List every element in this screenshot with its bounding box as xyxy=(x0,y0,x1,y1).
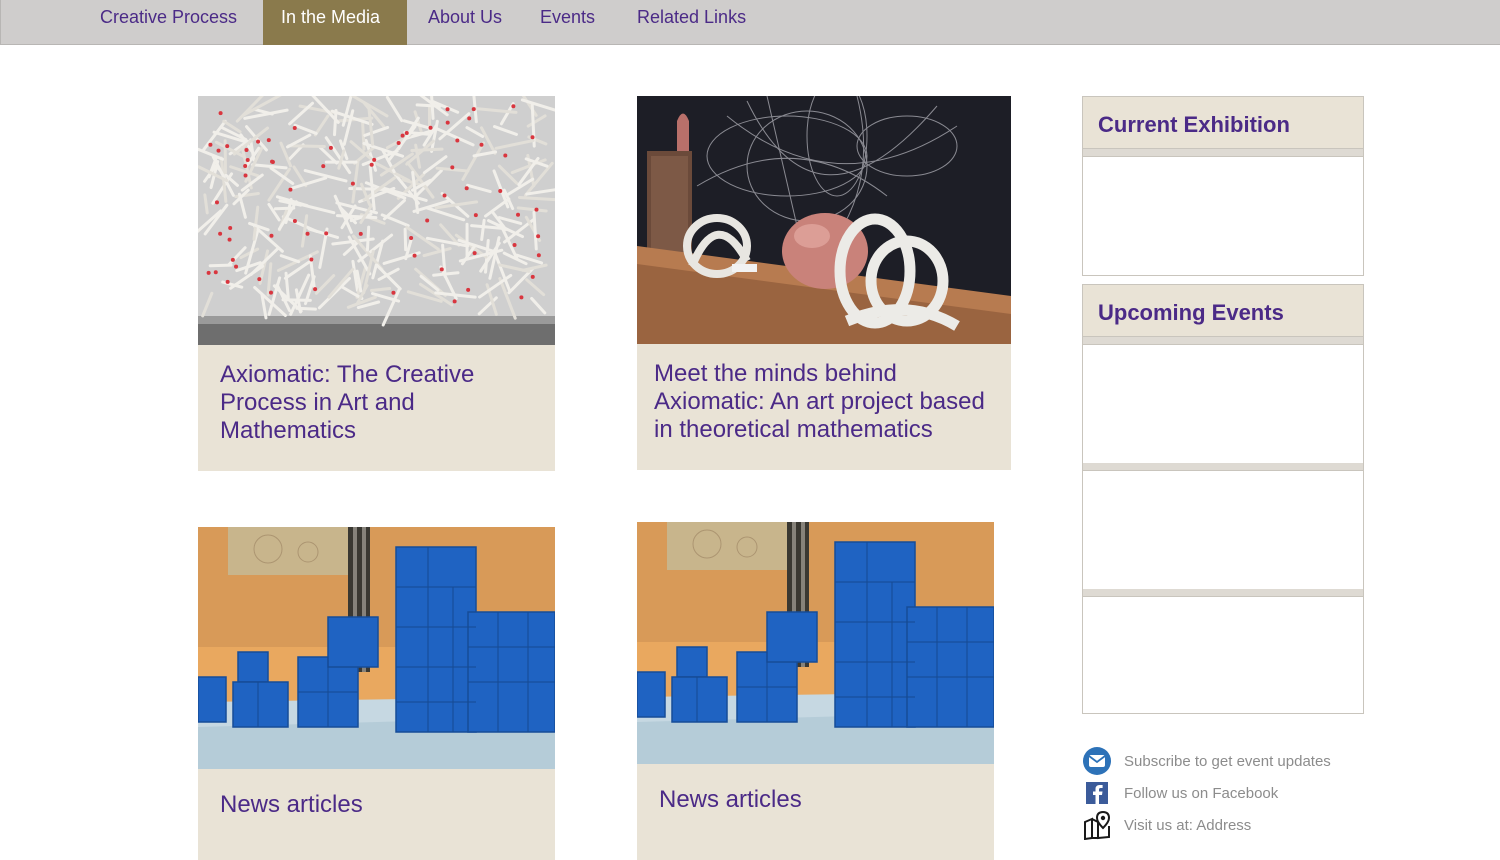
top-navigation: Creative Process In the Media About Us E… xyxy=(0,0,1500,45)
card-caption: News articles xyxy=(637,764,994,860)
event-slot[interactable] xyxy=(1083,345,1363,463)
divider xyxy=(1083,337,1363,345)
blue-blocks-photo xyxy=(198,527,555,769)
visit-address-link[interactable]: Visit us at: Address xyxy=(1082,810,1362,841)
divider xyxy=(1083,149,1363,157)
current-exhibition-content xyxy=(1083,157,1363,275)
facebook-label: Follow us on Facebook xyxy=(1124,785,1279,802)
card-caption: News articles xyxy=(198,769,555,860)
event-slot[interactable] xyxy=(1083,471,1363,589)
card-title[interactable]: Meet the minds behind Axiomatic: An art … xyxy=(654,360,994,444)
nav-creative-process[interactable]: Creative Process xyxy=(100,0,237,45)
media-card-news-1[interactable]: News articles xyxy=(198,527,555,860)
divider xyxy=(1083,463,1363,471)
facebook-icon xyxy=(1082,778,1112,808)
map-pin-icon xyxy=(1082,810,1112,841)
blue-blocks-photo xyxy=(637,522,994,764)
facebook-link[interactable]: Follow us on Facebook xyxy=(1082,778,1362,808)
media-card-axiomatic[interactable]: Axiomatic: The Creative Process in Art a… xyxy=(198,96,555,471)
upcoming-events-panel: Upcoming Events xyxy=(1082,284,1364,714)
knot-sculpture-photo xyxy=(637,96,1011,344)
card-caption: Meet the minds behind Axiomatic: An art … xyxy=(637,344,1011,470)
card-title[interactable]: Axiomatic: The Creative Process in Art a… xyxy=(220,361,520,445)
divider xyxy=(1083,589,1363,597)
visit-address-label: Visit us at: Address xyxy=(1124,817,1252,834)
subscribe-link[interactable]: Subscribe to get event updates xyxy=(1082,746,1362,776)
current-exhibition-heading: Current Exhibition xyxy=(1083,97,1363,149)
event-slot[interactable] xyxy=(1083,597,1363,711)
media-card-meet-the-minds[interactable]: Meet the minds behind Axiomatic: An art … xyxy=(637,96,1011,470)
card-title[interactable]: News articles xyxy=(659,786,802,814)
upcoming-events-heading: Upcoming Events xyxy=(1083,285,1363,337)
nav-related-links[interactable]: Related Links xyxy=(637,0,746,45)
mail-icon xyxy=(1082,746,1112,776)
nav-in-the-media[interactable]: In the Media xyxy=(263,0,407,45)
card-title[interactable]: News articles xyxy=(220,791,363,819)
nav-about-us[interactable]: About Us xyxy=(428,0,502,45)
media-card-news-2[interactable]: News articles xyxy=(637,522,994,860)
card-caption: Axiomatic: The Creative Process in Art a… xyxy=(198,345,555,471)
nav-events[interactable]: Events xyxy=(540,0,595,45)
sculpture-photo xyxy=(198,96,555,345)
current-exhibition-panel: Current Exhibition xyxy=(1082,96,1364,276)
subscribe-label: Subscribe to get event updates xyxy=(1124,753,1331,770)
